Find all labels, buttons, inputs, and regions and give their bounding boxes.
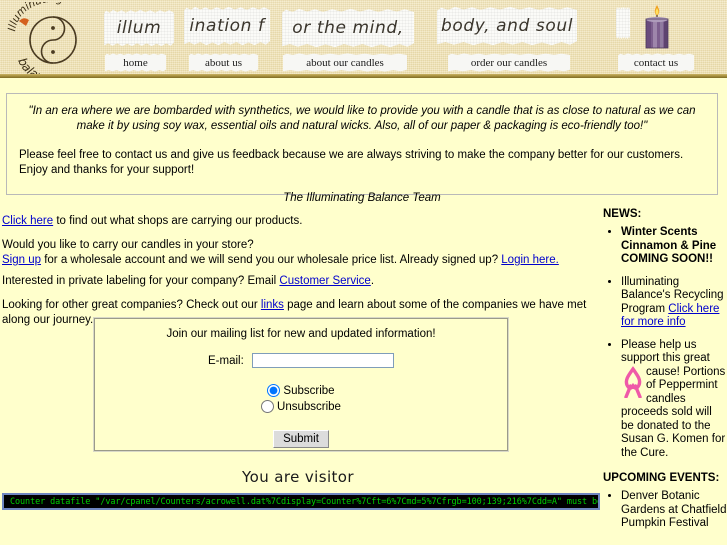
submit-row: Submit bbox=[95, 430, 507, 448]
unsubscribe-label: Unsubscribe bbox=[277, 401, 341, 413]
news-heading: NEWS: bbox=[603, 208, 642, 220]
wholesale-question: Would you like to carry our candles in y… bbox=[2, 239, 254, 251]
links-pre: Looking for other great companies? Check… bbox=[2, 299, 261, 311]
mailing-list-form: Join our mailing list for new and update… bbox=[93, 317, 509, 452]
page-body: Click here to find out what shops are ca… bbox=[0, 195, 727, 545]
nav-about-our-candles[interactable]: about our candles bbox=[283, 53, 407, 72]
nav-contact-us[interactable]: contact us bbox=[618, 53, 694, 72]
private-label-pre: Interested in private labeling for your … bbox=[2, 275, 280, 287]
tagline-text-2: ination f bbox=[189, 16, 265, 36]
paragraph-private-labeling: Interested in private labeling for your … bbox=[0, 274, 598, 289]
login-here-link[interactable]: Login here. bbox=[501, 254, 559, 266]
nav-about-us-label: about us bbox=[205, 56, 242, 69]
komen-pre-text: Please help us support this great bbox=[621, 338, 710, 365]
customer-service-link[interactable]: Customer Service bbox=[279, 275, 370, 287]
email-label: E-mail: bbox=[208, 354, 244, 367]
visitor-counter-heading: You are visitor bbox=[242, 468, 354, 486]
site-header: Illuminating balance. illum ination f or… bbox=[0, 0, 727, 78]
nav-order-our-candles-label: order our candles bbox=[470, 56, 548, 69]
news-item-winter-scents: Winter Scents Cinnamon & Pine COMING SOO… bbox=[621, 226, 727, 267]
submit-button[interactable]: Submit bbox=[273, 430, 329, 448]
unsubscribe-row[interactable]: Unsubscribe bbox=[95, 400, 507, 414]
candle-icon bbox=[640, 3, 674, 51]
counter-error-bar: Counter datafile "/var/cpanel/Counters/a… bbox=[2, 493, 600, 510]
subscribe-row[interactable]: Subscribe bbox=[95, 384, 507, 398]
news-list: Winter Scents Cinnamon & Pine COMING SOO… bbox=[600, 226, 727, 460]
main-content-column: Click here to find out what shops are ca… bbox=[0, 195, 600, 545]
nav-order-our-candles[interactable]: order our candles bbox=[448, 53, 570, 72]
paragraph-shops: Click here to find out what shops are ca… bbox=[0, 214, 598, 229]
site-logo[interactable]: Illuminating balance. bbox=[7, 2, 99, 76]
counter-error-text: Counter datafile "/var/cpanel/Counters/a… bbox=[10, 496, 598, 507]
links-page-link[interactable]: links bbox=[261, 299, 284, 311]
subscription-options: Subscribe Unsubscribe bbox=[95, 384, 507, 414]
paragraph-shops-text: to find out what shops are carrying our … bbox=[53, 215, 303, 227]
header-divider bbox=[0, 74, 727, 78]
nav-about-us[interactable]: about us bbox=[189, 53, 258, 72]
click-here-shops-link[interactable]: Click here bbox=[2, 215, 53, 227]
tagline-strip-5 bbox=[616, 6, 630, 40]
events-heading: UPCOMING EVENTS: bbox=[603, 472, 720, 484]
tagline-strip-3: or the mind, bbox=[282, 8, 414, 48]
intro-quote-box: "In an era where we are bombarded with s… bbox=[6, 93, 718, 204]
mailing-list-title: Join our mailing list for new and update… bbox=[166, 328, 436, 340]
news-sidebar: NEWS: Winter Scents Cinnamon & Pine COMI… bbox=[600, 195, 727, 545]
pink-ribbon-icon bbox=[621, 365, 645, 399]
subscribe-label: Subscribe bbox=[283, 385, 335, 397]
email-input[interactable] bbox=[251, 353, 394, 368]
tagline-strip-1: illum bbox=[104, 9, 174, 47]
tagline-text-3: or the mind, bbox=[292, 18, 404, 38]
private-label-post: . bbox=[370, 275, 375, 287]
nav-home[interactable]: home bbox=[105, 53, 166, 72]
events-list: Denver Botanic Gardens at Chatfield Pump… bbox=[600, 490, 727, 531]
tagline-text-1: illum bbox=[116, 18, 162, 38]
tagline-strip-2: ination f bbox=[184, 6, 270, 46]
sign-up-link[interactable]: Sign up bbox=[2, 254, 41, 266]
email-row: E-mail: bbox=[95, 353, 507, 368]
intro-quote-text: "In an era where we are bombarded with s… bbox=[28, 105, 696, 132]
intro-paragraph: Please feel free to contact us and give … bbox=[19, 149, 684, 176]
svg-text:balance.: balance. bbox=[15, 56, 60, 76]
nav-home-label: home bbox=[123, 56, 148, 69]
nav-about-our-candles-label: about our candles bbox=[306, 56, 384, 69]
news-item-komen: Please help us support this great cause!… bbox=[621, 339, 727, 461]
event-item-denver-botanic: Denver Botanic Gardens at Chatfield Pump… bbox=[621, 490, 727, 531]
nav-contact-us-label: contact us bbox=[633, 56, 679, 69]
unsubscribe-radio[interactable] bbox=[261, 400, 275, 414]
paragraph-wholesale: Would you like to carry our candles in y… bbox=[0, 238, 598, 268]
tagline-strip-4: body, and soul bbox=[437, 6, 577, 46]
tagline-text-4: body, and soul bbox=[440, 16, 574, 36]
wholesale-mid-text: for a wholesale account and we will send… bbox=[41, 254, 502, 266]
news-item-recycling: Illuminating Balance's Recycling Program… bbox=[621, 276, 727, 330]
subscribe-radio[interactable] bbox=[267, 384, 281, 398]
